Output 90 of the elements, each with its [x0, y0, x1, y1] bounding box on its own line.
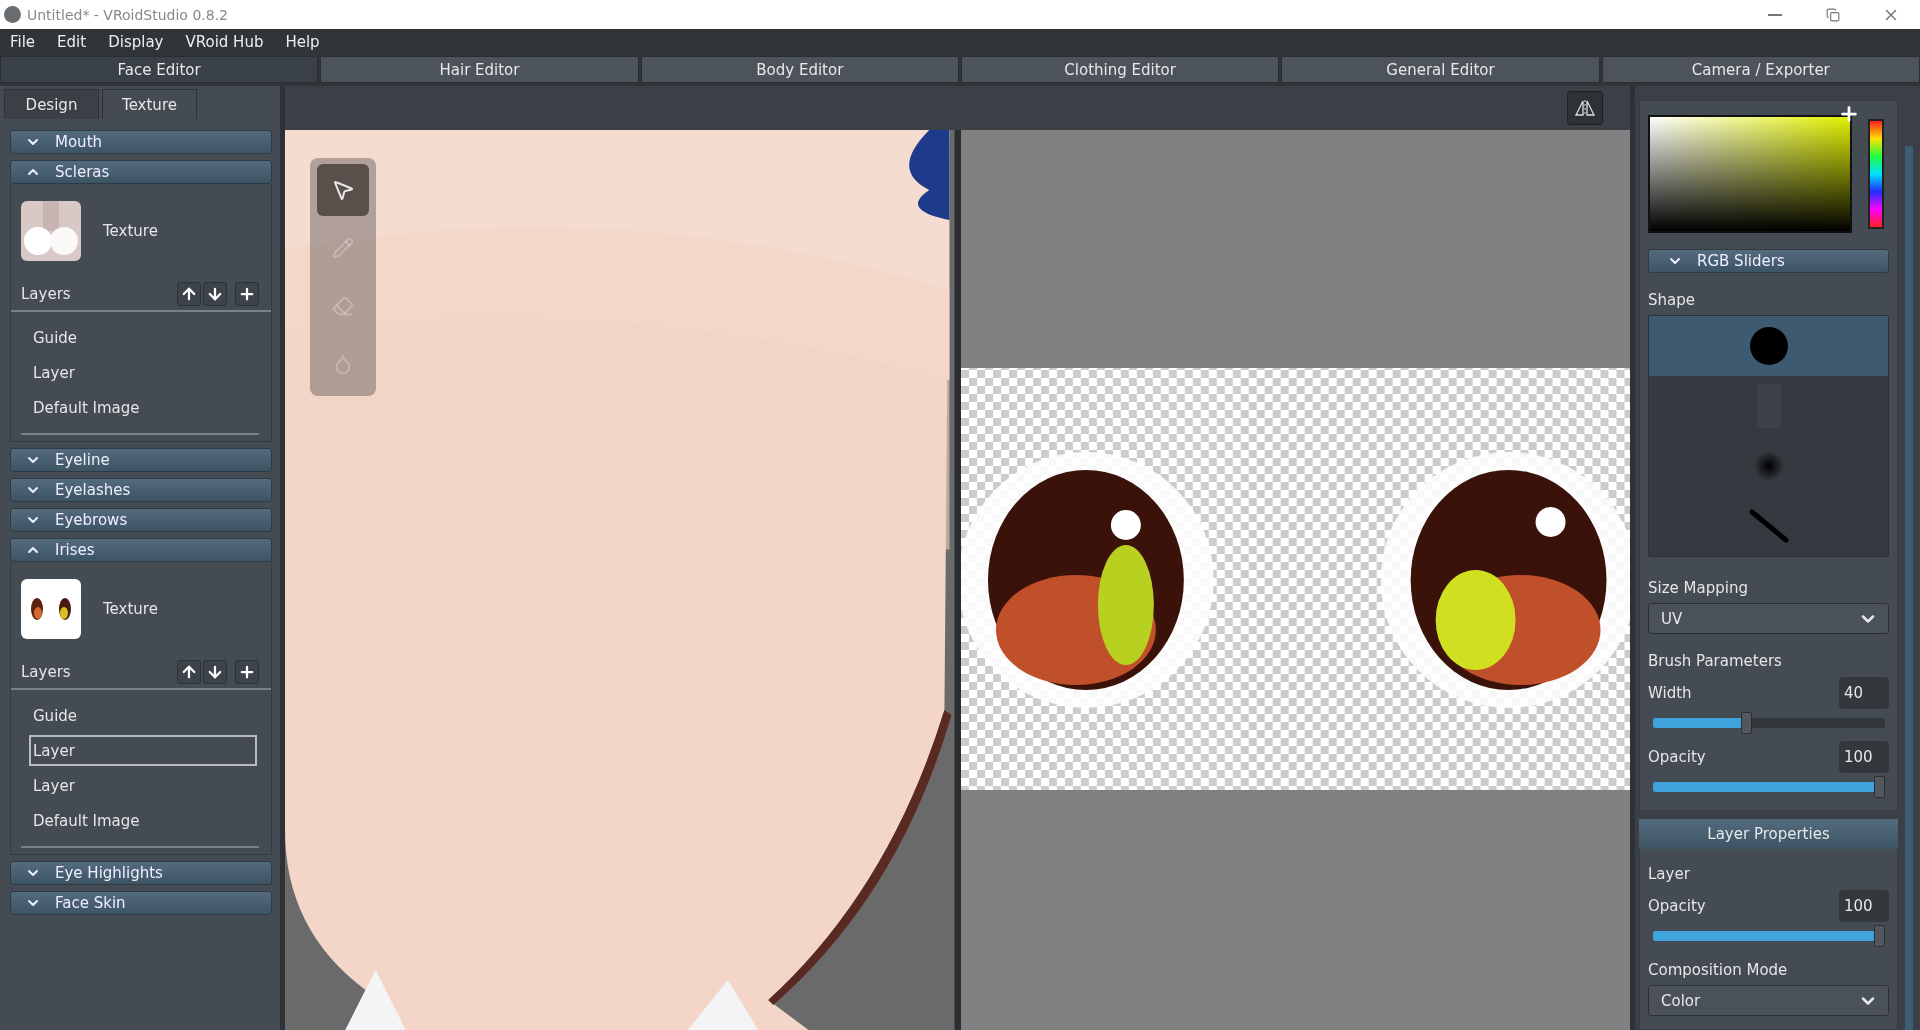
- scrollbar-thumb[interactable]: [1905, 146, 1913, 1030]
- shape-item[interactable]: [1649, 316, 1888, 376]
- tool-button[interactable]: [317, 164, 369, 216]
- pointer-icon: [331, 178, 355, 202]
- layer-item[interactable]: Layer: [29, 735, 257, 766]
- composition-mode-dropdown[interactable]: Color: [1648, 985, 1889, 1016]
- layers-label: Layers: [21, 663, 71, 681]
- crosshair-icon: [1838, 103, 1860, 125]
- move-down-button[interactable]: [203, 282, 227, 306]
- move-down-button[interactable]: [203, 660, 227, 684]
- pencil-icon: [332, 237, 354, 259]
- slider-label: Opacity: [1648, 748, 1706, 766]
- add-layer-button[interactable]: [235, 660, 259, 684]
- layer-properties-header: Layer Properties: [1639, 819, 1898, 849]
- section-title: Eyebrows: [55, 511, 128, 529]
- field-label: Layer: [1648, 865, 1691, 885]
- section-header[interactable]: Eye Highlights: [10, 861, 272, 885]
- slider-handle[interactable]: [1874, 776, 1885, 798]
- slider[interactable]: [1653, 925, 1885, 947]
- editor-tab[interactable]: Body Editor: [640, 56, 959, 83]
- section-title: Face Skin: [55, 894, 126, 912]
- layers-label: Layers: [21, 285, 71, 303]
- section-header[interactable]: Eyelashes: [10, 478, 272, 502]
- menu-item[interactable]: Display: [108, 33, 164, 51]
- section-header[interactable]: Scleras: [10, 160, 272, 184]
- slider[interactable]: [1653, 776, 1885, 798]
- number-field[interactable]: 100: [1839, 890, 1889, 922]
- app-logo-icon: [4, 6, 21, 23]
- section-title: Eyeline: [55, 451, 110, 469]
- menu-item[interactable]: File: [10, 33, 36, 51]
- menu-item[interactable]: VRoid Hub: [185, 33, 264, 51]
- menu-item[interactable]: Edit: [57, 33, 87, 51]
- move-up-button[interactable]: [177, 282, 201, 306]
- editor-tab[interactable]: Face Editor: [0, 56, 319, 83]
- panel-tab[interactable]: Design: [4, 89, 99, 119]
- add-layer-button[interactable]: [235, 282, 259, 306]
- section-title: Scleras: [55, 163, 110, 181]
- editor-tab[interactable]: General Editor: [1281, 56, 1600, 83]
- soft-brush-icon: [1753, 451, 1784, 481]
- section-header[interactable]: Eyebrows: [10, 508, 272, 532]
- section-title: RGB Sliders: [1697, 252, 1785, 270]
- section-title: Eye Highlights: [55, 864, 163, 882]
- field-label: Size Mapping: [1648, 579, 1749, 599]
- arrow-down-icon: [206, 663, 224, 681]
- layer-item[interactable]: Default Image: [21, 392, 257, 423]
- move-up-button[interactable]: [177, 660, 201, 684]
- mirror-button[interactable]: [1567, 91, 1603, 125]
- color-field[interactable]: [1648, 115, 1852, 233]
- section-header[interactable]: Irises: [10, 538, 272, 562]
- layer-item[interactable]: Guide: [21, 322, 257, 353]
- texture-label: Texture: [103, 600, 158, 618]
- shape-label: Shape: [1648, 291, 1696, 311]
- layer-item[interactable]: Guide: [21, 700, 257, 731]
- hue-bar[interactable]: [1868, 119, 1884, 229]
- texture-label: Texture: [103, 222, 158, 240]
- eraser-icon: [332, 295, 354, 317]
- round-brush-icon: [1748, 326, 1789, 366]
- slider-handle[interactable]: [1874, 925, 1885, 947]
- minimize-icon: [1768, 13, 1782, 16]
- layer-item[interactable]: Default Image: [21, 805, 257, 836]
- section-title: Mouth: [55, 133, 102, 151]
- plus-icon: [238, 663, 256, 681]
- section-title: Eyelashes: [55, 481, 131, 499]
- number-field[interactable]: 40: [1839, 677, 1889, 709]
- slider-handle[interactable]: [1741, 712, 1753, 734]
- editor-tab[interactable]: Hair Editor: [320, 56, 639, 83]
- panel-tab[interactable]: Texture: [102, 89, 197, 119]
- layer-item[interactable]: Layer: [21, 770, 257, 801]
- field-label: Brush Parameters: [1648, 652, 1783, 672]
- field-label: Composition Mode: [1648, 961, 1789, 981]
- layer-item[interactable]: Layer: [21, 357, 257, 388]
- mirror-icon: [1574, 99, 1596, 117]
- plus-icon: [238, 285, 256, 303]
- restore-icon: [1826, 7, 1840, 22]
- window-title: Untitled* - VRoidStudio 0.8.2: [27, 6, 228, 23]
- menu-item[interactable]: Help: [285, 33, 320, 51]
- size-mapping-dropdown[interactable]: UV: [1648, 603, 1889, 634]
- section-title: Irises: [55, 541, 95, 559]
- section-header[interactable]: Eyeline: [10, 448, 272, 472]
- number-field[interactable]: 100: [1839, 741, 1889, 773]
- editor-tab[interactable]: Camera / Exporter: [1601, 56, 1920, 83]
- editor-tab[interactable]: Clothing Editor: [961, 56, 1280, 83]
- arrow-down-icon: [206, 285, 224, 303]
- section-header[interactable]: RGB Sliders: [1648, 249, 1889, 273]
- slider-label: Width: [1648, 684, 1692, 702]
- section-header[interactable]: Face Skin: [10, 891, 272, 915]
- section-header[interactable]: Mouth: [10, 130, 272, 154]
- slider-label: Opacity: [1648, 897, 1706, 915]
- slider[interactable]: [1653, 712, 1885, 734]
- line-brush-icon: [1748, 509, 1789, 543]
